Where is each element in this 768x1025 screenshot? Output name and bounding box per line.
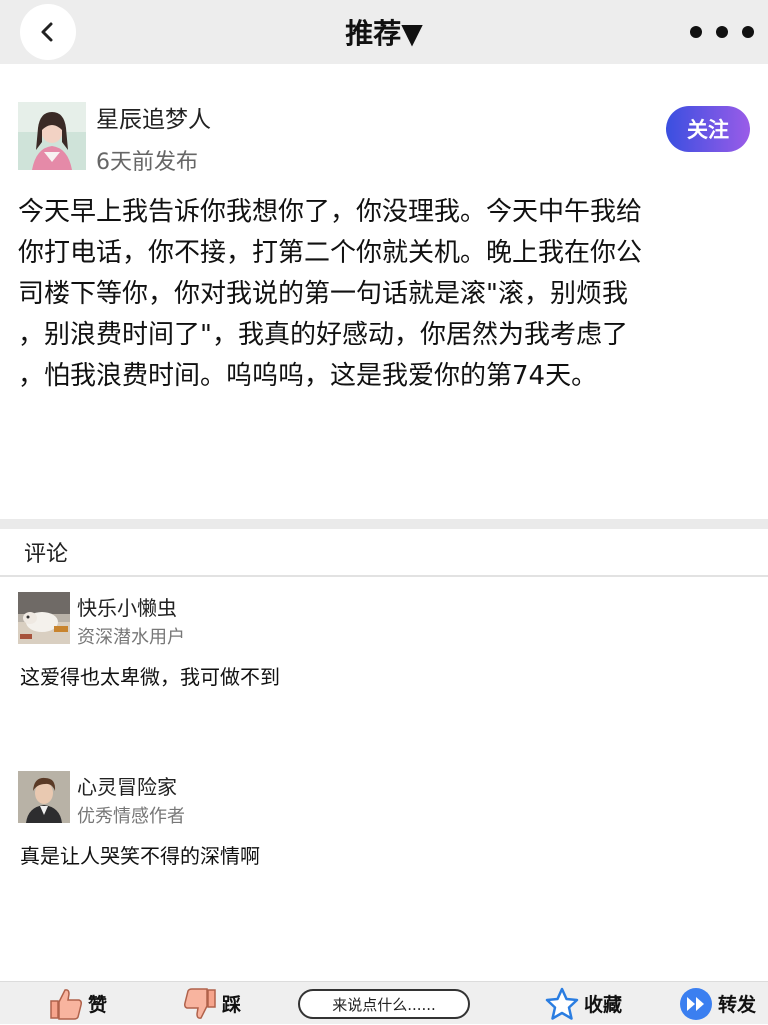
comments-title: 评论 — [24, 542, 69, 567]
comment-text: 这爱得也太卑微，我可做不到 — [20, 665, 280, 689]
post-content: 今天早上我告诉你我想你了，你没理我。今天中午我给 你打电话，你不接，打第二个你就… — [18, 197, 643, 391]
comment-author-tag: 优秀情感作者 — [77, 806, 185, 827]
section-divider — [0, 519, 768, 529]
share-forward-icon — [680, 987, 712, 1020]
thumbs-up-icon — [50, 988, 82, 1020]
comments-divider — [0, 575, 768, 577]
feed-selector[interactable]: 推荐▼ — [0, 12, 768, 52]
author-name[interactable]: 星辰追梦人 — [96, 100, 211, 134]
author-avatar[interactable] — [18, 102, 86, 170]
bottom-action-bar: 赞 踩 来说点什么...... 收藏 转发 — [0, 981, 768, 1024]
comment-avatar[interactable] — [18, 592, 70, 644]
star-icon — [545, 987, 579, 1020]
comment-text: 真是让人哭笑不得的深情啊 — [20, 844, 260, 868]
follow-button[interactable]: 关注 — [666, 106, 750, 152]
comment-author-tag: 资深潜水用户 — [77, 627, 185, 648]
share-label: 转发 — [718, 994, 757, 1016]
comment-input[interactable]: 来说点什么...... — [298, 989, 470, 1019]
more-dots-icon[interactable] — [690, 18, 754, 46]
like-button[interactable]: 赞 — [48, 982, 107, 1025]
favorite-button[interactable]: 收藏 — [544, 982, 622, 1025]
comment-avatar[interactable] — [18, 771, 70, 823]
comment-author-name[interactable]: 心灵冒险家 — [77, 771, 177, 800]
comment-author-name[interactable]: 快乐小懒虫 — [77, 592, 177, 621]
favorite-label: 收藏 — [584, 994, 623, 1016]
dislike-label: 踩 — [222, 994, 242, 1016]
post-time: 6天前发布 — [96, 150, 198, 175]
share-button[interactable]: 转发 — [678, 982, 756, 1025]
thumbs-down-icon — [184, 987, 216, 1019]
dislike-button[interactable]: 踩 — [182, 982, 241, 1025]
top-nav-bar: 推荐▼ — [0, 0, 768, 64]
like-label: 赞 — [88, 994, 108, 1016]
